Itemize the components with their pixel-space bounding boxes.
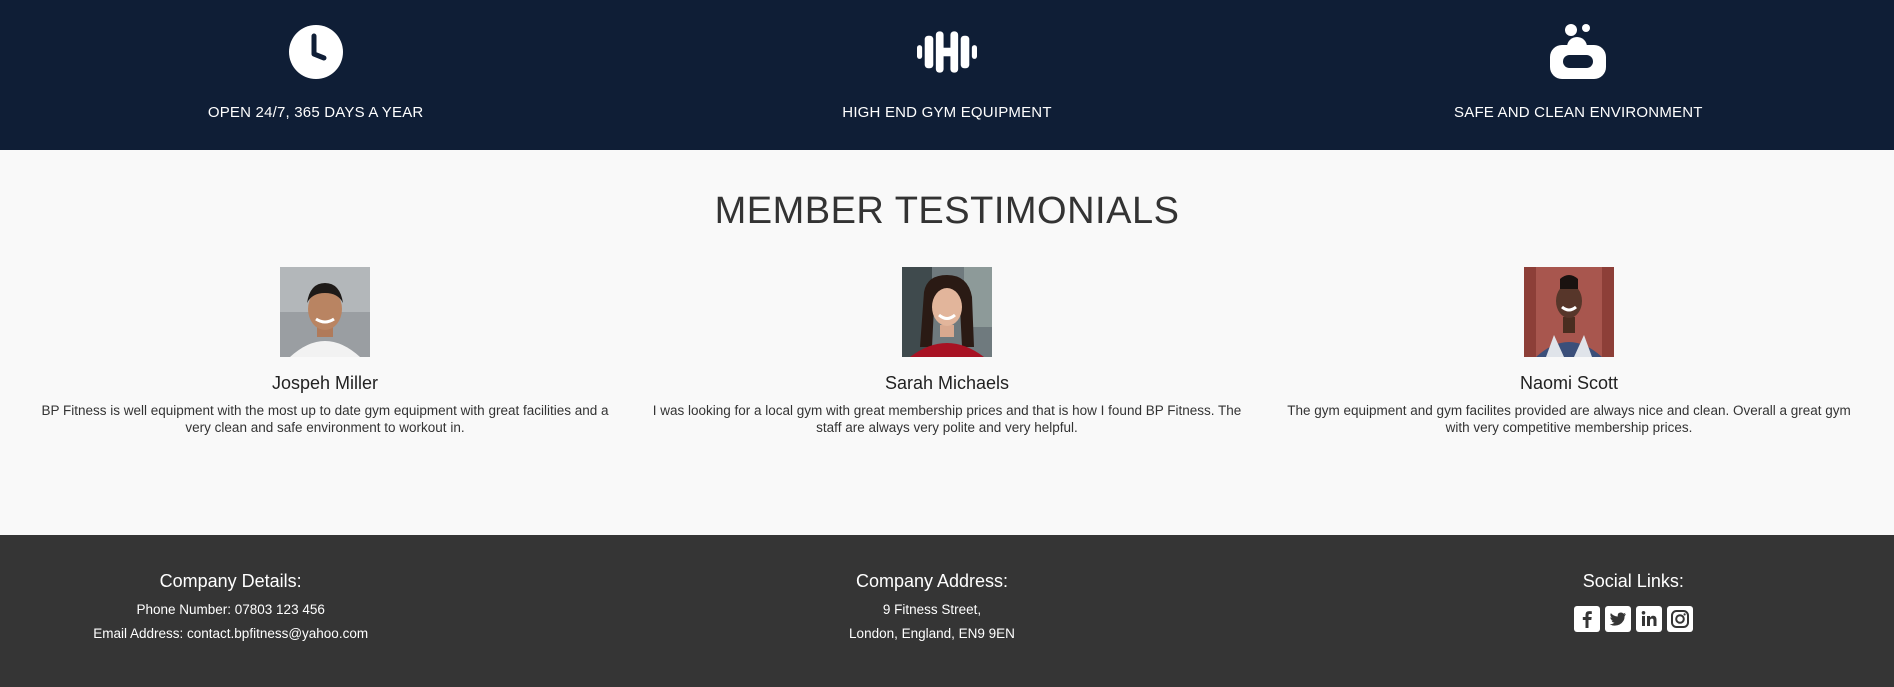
feature-label: SAFE AND CLEAN ENVIRONMENT xyxy=(1454,104,1703,121)
testimonials-section: MEMBER TESTIMONIALS Jospeh Miller BP Fit… xyxy=(0,150,1894,535)
member-quote: BP Fitness is well equipment with the mo… xyxy=(41,403,609,435)
instagram-icon[interactable] xyxy=(1666,606,1693,632)
member-photo xyxy=(902,267,992,357)
address-line-2: London, England, EN9 9EN xyxy=(849,626,1015,641)
testimonial-card: Jospeh Miller BP Fitness is well equipme… xyxy=(14,267,636,436)
clock-icon xyxy=(286,22,346,82)
testimonial-card: Sarah Michaels I was looking for a local… xyxy=(636,267,1258,436)
member-quote: I was looking for a local gym with great… xyxy=(652,403,1242,435)
testimonial-card: Naomi Scott The gym equipment and gym fa… xyxy=(1258,267,1880,436)
site-footer: Company Details: Phone Number: 07803 123… xyxy=(0,535,1894,687)
member-quote: The gym equipment and gym facilites prov… xyxy=(1287,403,1851,435)
feature-clean: SAFE AND CLEAN ENVIRONMENT xyxy=(1263,0,1894,150)
company-details-heading: Company Details: xyxy=(159,571,302,591)
social-links-heading: Social Links: xyxy=(1582,571,1684,591)
facebook-icon[interactable] xyxy=(1573,606,1600,632)
company-details: Company Details: Phone Number: 07803 123… xyxy=(0,571,581,687)
member-name: Sarah Michaels xyxy=(884,373,1010,393)
phone-number: Phone Number: 07803 123 456 xyxy=(136,602,325,617)
member-photo xyxy=(280,267,370,357)
feature-open-24-7: OPEN 24/7, 365 DAYS A YEAR xyxy=(0,0,631,150)
member-photo xyxy=(1524,267,1614,357)
company-address-heading: Company Address: xyxy=(855,571,1009,591)
member-name: Jospeh Miller xyxy=(271,373,379,393)
twitter-icon[interactable] xyxy=(1604,606,1631,632)
feature-label: OPEN 24/7, 365 DAYS A YEAR xyxy=(207,104,424,121)
social-icons xyxy=(1573,606,1693,632)
soap-icon xyxy=(1548,22,1608,82)
address-line-1: 9 Fitness Street, xyxy=(882,602,982,617)
feature-label: HIGH END GYM EQUIPMENT xyxy=(842,104,1052,121)
testimonial-list: Jospeh Miller BP Fitness is well equipme… xyxy=(0,267,1894,436)
social-links: Social Links: xyxy=(1283,571,1894,687)
dumbbell-icon xyxy=(916,22,977,82)
company-address: Company Address: 9 Fitness Street, Londo… xyxy=(581,571,1282,687)
email-address[interactable]: Email Address: contact.bpfitness@yahoo.c… xyxy=(93,622,368,646)
features-band: OPEN 24/7, 365 DAYS A YEAR HIGH END GYM … xyxy=(0,0,1894,150)
linkedin-icon[interactable] xyxy=(1635,606,1662,632)
section-title: MEMBER TESTIMONIALS xyxy=(714,190,1180,232)
member-name: Naomi Scott xyxy=(1519,373,1619,393)
feature-equipment: HIGH END GYM EQUIPMENT xyxy=(631,0,1262,150)
